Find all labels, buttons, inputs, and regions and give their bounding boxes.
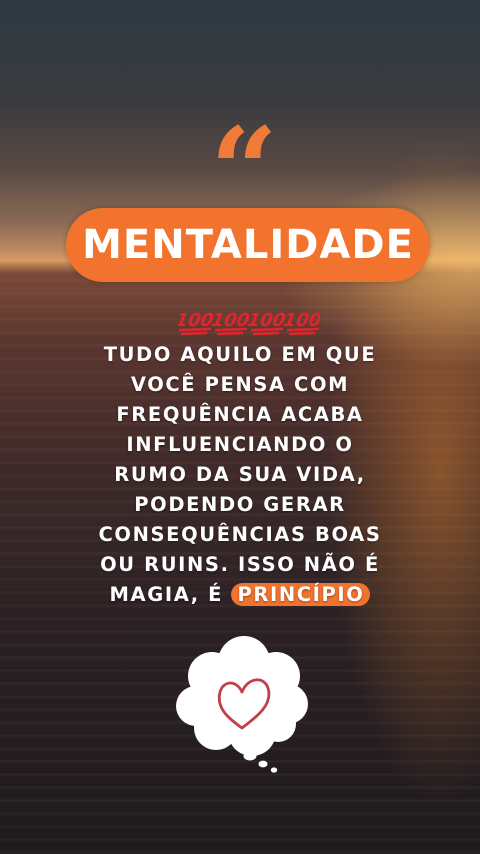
quote-line: CONSEQUÊNCIAS BOAS xyxy=(98,523,382,546)
highlight-word: PRINCÍPIO xyxy=(231,583,371,606)
quote-line: RUMO DA SUA VIDA, xyxy=(114,463,366,486)
quote-line: OU RUINS. ISSO NÃO É xyxy=(100,553,380,576)
svg-text:100: 100 xyxy=(282,310,320,331)
quote-line: FREQUÊNCIA ACABA xyxy=(116,403,364,426)
quote-line: PODENDO GERAR xyxy=(134,493,346,516)
quote-last-line: MAGIA, É PRINCÍPIO xyxy=(60,580,420,610)
quote-post: “ MENTALIDADE 100 100 100 100 TUDO AQUIL… xyxy=(0,0,480,854)
quote-line-prefix: MAGIA, É xyxy=(109,583,224,606)
quote-line: INFLUENCIANDO O xyxy=(126,433,354,456)
quote-line: TUDO AQUILO EM QUE xyxy=(103,343,377,366)
hundred-points-emoji: 100 xyxy=(210,310,251,336)
title-pill: MENTALIDADE xyxy=(66,208,430,282)
hundred-points-emoji: 100 xyxy=(246,310,287,336)
quote-line: VOCÊ PENSA COM xyxy=(130,373,350,396)
title: MENTALIDADE xyxy=(82,222,414,268)
hundred-points-emoji-row: 100 100 100 100 xyxy=(178,310,320,336)
hundred-points-emoji: 100 xyxy=(282,310,320,336)
thought-cloud-heart-icon xyxy=(176,636,308,773)
quote-body: TUDO AQUILO EM QUE VOCÊ PENSA COM FREQUÊ… xyxy=(60,340,420,610)
